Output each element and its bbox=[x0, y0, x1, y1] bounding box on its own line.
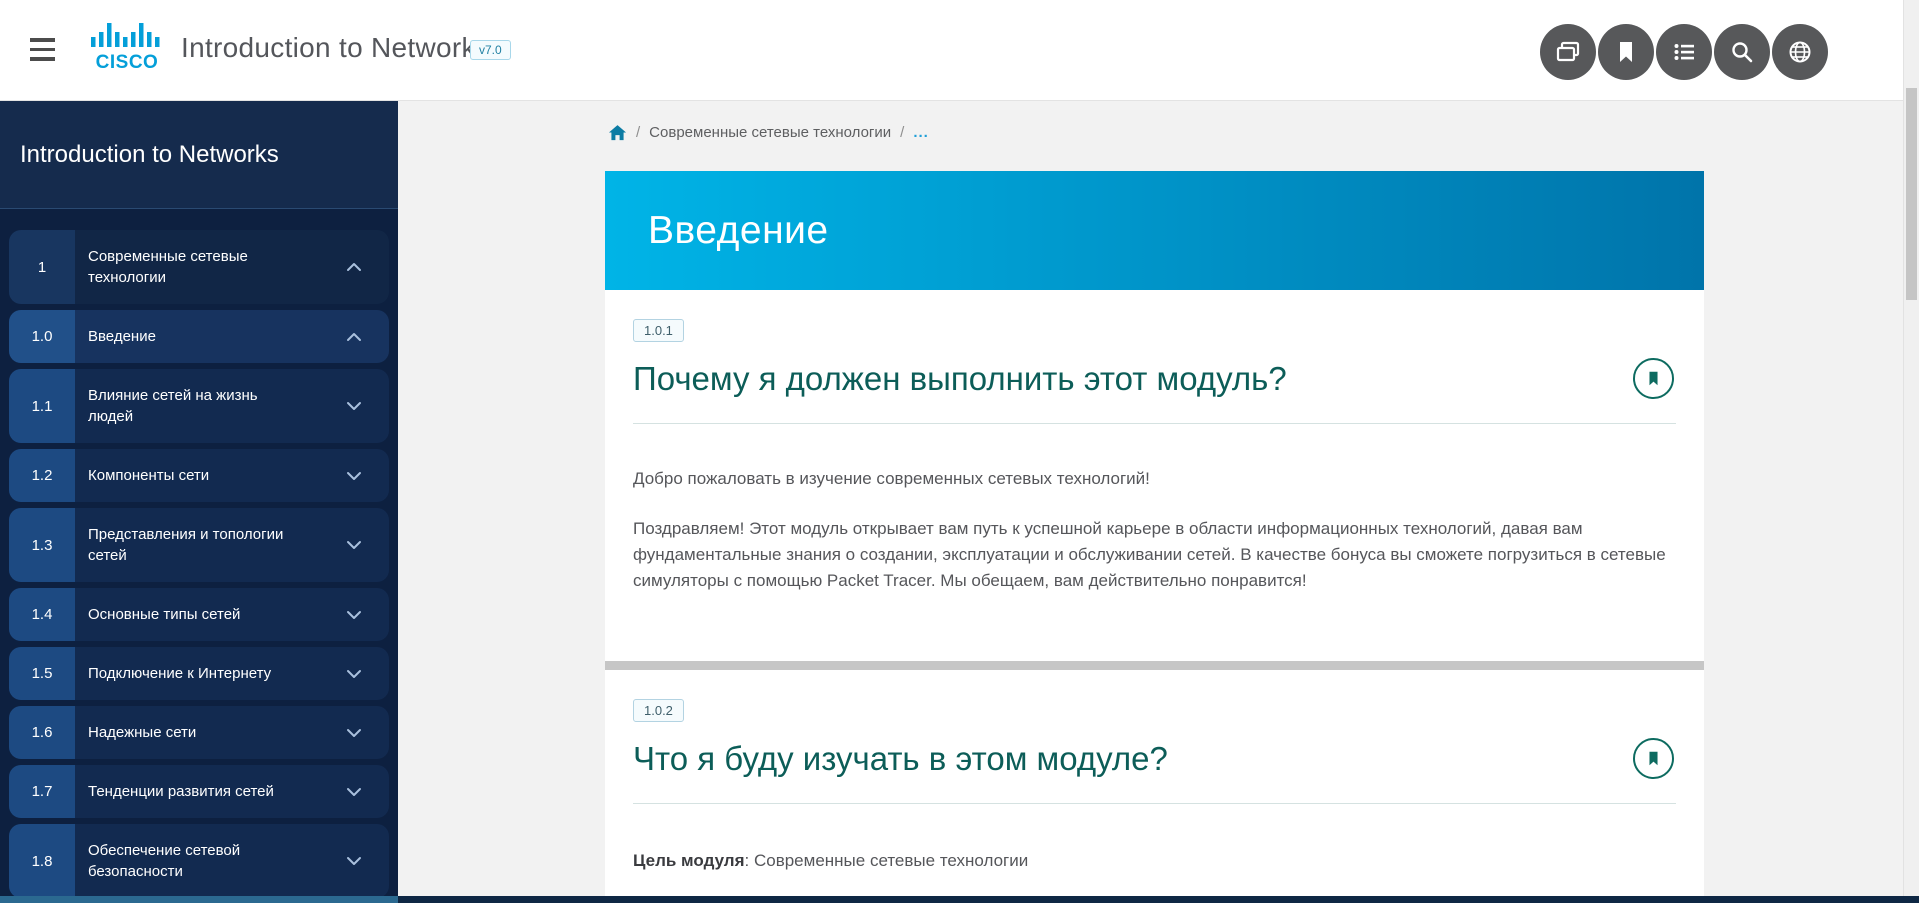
goal-text: : Современные сетевые технологии bbox=[745, 851, 1029, 870]
footer-bar bbox=[0, 896, 1919, 903]
bookmark-section-button[interactable] bbox=[1633, 358, 1674, 399]
item-number: 1.1 bbox=[9, 369, 75, 443]
item-label: Компоненты сети bbox=[75, 449, 389, 502]
chevron-down-icon bbox=[343, 534, 365, 556]
item-number: 1.8 bbox=[9, 824, 75, 898]
item-number: 1.3 bbox=[9, 508, 75, 582]
breadcrumb: / Современные сетевые технологии / ... bbox=[608, 123, 929, 142]
sidebar-course-title: Introduction to Networks bbox=[0, 101, 398, 209]
home-icon[interactable] bbox=[608, 123, 627, 142]
item-number: 1.0 bbox=[9, 310, 75, 363]
version-badge: v7.0 bbox=[470, 40, 511, 60]
item-number: 1.5 bbox=[9, 647, 75, 700]
chevron-down-icon bbox=[343, 604, 365, 626]
banner-title: Введение bbox=[648, 209, 829, 253]
section-title: Почему я должен выполнить этот модуль? bbox=[633, 360, 1287, 398]
chevron-up-icon bbox=[343, 326, 365, 348]
app-header: CISCO Introduction to Networks v7.0 bbox=[0, 0, 1919, 101]
chevron-down-icon bbox=[343, 395, 365, 417]
section-number-badge: 1.0.2 bbox=[633, 699, 684, 722]
chevron-down-icon bbox=[343, 663, 365, 685]
stacked-windows-icon bbox=[1553, 37, 1583, 67]
sidebar-item-1.0[interactable]: 1.0 Введение bbox=[9, 310, 389, 363]
sidebar: Introduction to Networks 1 Современные с… bbox=[0, 101, 398, 903]
search-button[interactable] bbox=[1714, 24, 1770, 80]
chevron-down-icon bbox=[343, 465, 365, 487]
search-icon bbox=[1728, 38, 1756, 66]
section-number-badge: 1.0.1 bbox=[633, 319, 684, 342]
breadcrumb-separator: / bbox=[636, 124, 640, 141]
header-toolbar bbox=[1540, 24, 1828, 80]
item-number: 1.6 bbox=[9, 706, 75, 759]
chevron-down-icon bbox=[343, 850, 365, 872]
bookmark-icon bbox=[1645, 369, 1662, 388]
item-label: Подключение к Интернету bbox=[75, 647, 389, 700]
bookmark-section-button[interactable] bbox=[1633, 738, 1674, 779]
goal-label: Цель модуля bbox=[633, 851, 745, 870]
sidebar-item-1.1[interactable]: 1.1 Влияние сетей на жизнь людей bbox=[9, 369, 389, 443]
module-goal: Цель модуля: Современные сетевые техноло… bbox=[633, 848, 1676, 874]
sidebar-item-1.2[interactable]: 1.2 Компоненты сети bbox=[9, 449, 389, 502]
stacked-windows-button[interactable] bbox=[1540, 24, 1596, 80]
sidebar-item-1.5[interactable]: 1.5 Подключение к Интернету bbox=[9, 647, 389, 700]
cisco-logo-bars-icon bbox=[91, 22, 163, 47]
item-number: 1.2 bbox=[9, 449, 75, 502]
app-root: CISCO Introduction to Networks v7.0 bbox=[0, 0, 1919, 903]
scrollbar-thumb[interactable] bbox=[1906, 88, 1917, 300]
language-globe-icon bbox=[1786, 38, 1814, 66]
item-number: 1 bbox=[9, 230, 75, 304]
item-label: Представления и топологии сетей bbox=[75, 508, 389, 582]
section-title: Что я буду изучать в этом модуле? bbox=[633, 740, 1168, 778]
section-rule bbox=[633, 803, 1676, 804]
vertical-scrollbar[interactable] bbox=[1903, 0, 1919, 903]
cisco-logo[interactable]: CISCO bbox=[88, 22, 166, 74]
main-content: / Современные сетевые технологии / ... В… bbox=[398, 101, 1919, 903]
language-globe-button[interactable] bbox=[1772, 24, 1828, 80]
breadcrumb-module-link[interactable]: Современные сетевые технологии bbox=[649, 124, 891, 141]
item-label: Надежные сети bbox=[75, 706, 389, 759]
paragraph: Поздравляем! Этот модуль открывает вам п… bbox=[633, 516, 1676, 594]
table-of-contents-button[interactable] bbox=[1656, 24, 1712, 80]
hamburger-icon bbox=[30, 38, 55, 42]
chevron-down-icon bbox=[343, 781, 365, 803]
item-number: 1.4 bbox=[9, 588, 75, 641]
chevron-down-icon bbox=[343, 722, 365, 744]
sidebar-item-1.3[interactable]: 1.3 Представления и топологии сетей bbox=[9, 508, 389, 582]
item-label: Тенденции развития сетей bbox=[75, 765, 389, 818]
module-banner: Введение bbox=[605, 171, 1704, 290]
table-of-contents-icon bbox=[1670, 38, 1698, 66]
section-divider bbox=[605, 661, 1704, 670]
sidebar-item-1.6[interactable]: 1.6 Надежные сети bbox=[9, 706, 389, 759]
item-label: Современные сетевые технологии bbox=[75, 230, 389, 304]
paragraph: Добро пожаловать в изучение современных … bbox=[633, 466, 1676, 492]
chevron-up-icon bbox=[343, 256, 365, 278]
footer-bar-sidebar-segment bbox=[0, 896, 398, 903]
item-label: Введение bbox=[75, 310, 389, 363]
bookmarks-button[interactable] bbox=[1598, 24, 1654, 80]
breadcrumb-ellipsis-link[interactable]: ... bbox=[913, 124, 929, 141]
bookmark-icon bbox=[1645, 749, 1662, 768]
cisco-logo-text: CISCO bbox=[88, 52, 166, 74]
hamburger-menu-button[interactable] bbox=[30, 38, 56, 62]
section-1.0.2: 1.0.2 Что я буду изучать в этом модуле? … bbox=[605, 670, 1704, 874]
sidebar-item-1.4[interactable]: 1.4 Основные типы сетей bbox=[9, 588, 389, 641]
sidebar-item-1.7[interactable]: 1.7 Тенденции развития сетей bbox=[9, 765, 389, 818]
section-rule bbox=[633, 423, 1676, 424]
course-title: Introduction to Networks bbox=[181, 32, 490, 64]
bookmarks-icon bbox=[1612, 38, 1640, 66]
item-label: Обеспечение сетевой безопасности bbox=[75, 824, 389, 898]
item-label: Основные типы сетей bbox=[75, 588, 389, 641]
content-card: Введение 1.0.1 Почему я должен выполнить… bbox=[605, 171, 1704, 903]
item-label: Влияние сетей на жизнь людей bbox=[75, 369, 389, 443]
sidebar-item-module-1[interactable]: 1 Современные сетевые технологии bbox=[9, 230, 389, 304]
item-number: 1.7 bbox=[9, 765, 75, 818]
breadcrumb-separator: / bbox=[900, 124, 904, 141]
sidebar-nav: 1 Современные сетевые технологии 1.0 Вве… bbox=[0, 209, 398, 898]
section-1.0.1: 1.0.1 Почему я должен выполнить этот мод… bbox=[605, 290, 1704, 670]
sidebar-item-1.8[interactable]: 1.8 Обеспечение сетевой безопасности bbox=[9, 824, 389, 898]
